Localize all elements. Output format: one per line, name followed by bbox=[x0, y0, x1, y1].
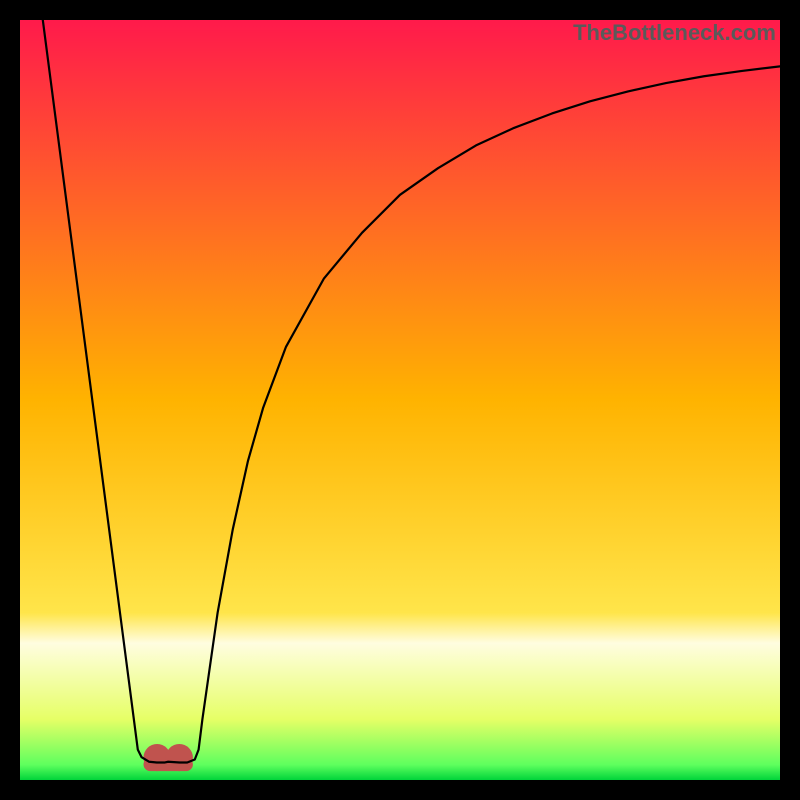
watermark-text: TheBottleneck.com bbox=[573, 20, 776, 46]
bottleneck-chart bbox=[20, 20, 780, 780]
gradient-background bbox=[20, 20, 780, 780]
chart-frame: TheBottleneck.com bbox=[20, 20, 780, 780]
